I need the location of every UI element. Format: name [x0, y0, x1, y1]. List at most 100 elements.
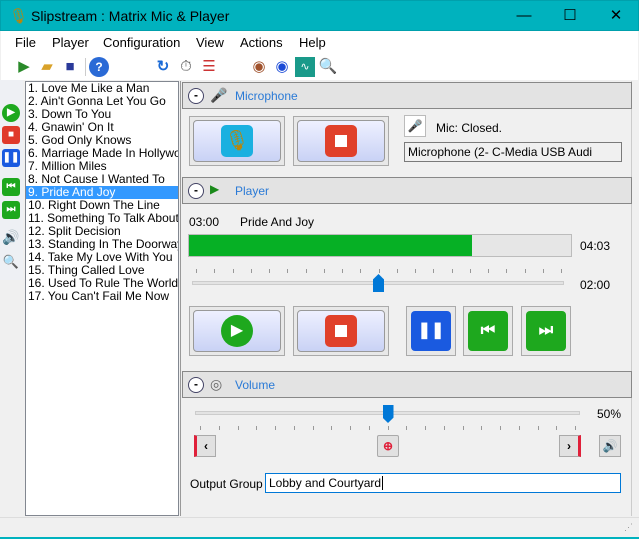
slider-tick: [406, 426, 408, 430]
collapse-icon[interactable]: -: [188, 183, 204, 199]
previous-icon[interactable]: ⏮: [2, 178, 20, 196]
slider-tick: [305, 269, 307, 273]
close-button[interactable]: ✕: [593, 1, 639, 31]
disc-blue-icon[interactable]: ◉: [272, 57, 292, 77]
microphone-icon: 🎤: [210, 87, 228, 103]
slider-tick: [342, 269, 343, 273]
mute-button[interactable]: 🔊: [599, 435, 621, 457]
volume-level: 50%: [597, 407, 622, 421]
waveform-icon[interactable]: ∿: [295, 57, 315, 77]
slider-tick: [287, 269, 289, 273]
open-folder-icon[interactable]: ▰: [37, 57, 57, 77]
disc-icon[interactable]: ◉: [249, 57, 269, 77]
output-group-value: Lobby and Courtyard: [269, 476, 382, 490]
slider-tick: [312, 426, 314, 430]
player-header[interactable]: - ▶ Player: [182, 177, 632, 204]
slider-tick: [462, 426, 464, 430]
play-icon: ▶: [221, 315, 253, 347]
volume-max-button[interactable]: ›: [559, 435, 581, 457]
slider-tick: [500, 426, 501, 430]
menu-configuration[interactable]: Configuration: [103, 35, 180, 50]
volume-ticks: [200, 426, 576, 431]
slider-tick: [481, 426, 483, 430]
menu-actions[interactable]: Actions: [240, 35, 283, 50]
slider-tick: [200, 426, 201, 430]
side-toolbar: ▶ ■ ❚❚ ⏮ ⏭ 🔊 🔍: [0, 80, 23, 280]
slider-tick: [451, 269, 453, 273]
microphone-app-icon: 🎙: [9, 8, 29, 25]
seek-slider-thumb[interactable]: [373, 274, 384, 292]
slider-tick: [256, 426, 258, 430]
pause-button[interactable]: ❚❚: [406, 306, 456, 356]
mic-stop-button[interactable]: [293, 116, 389, 166]
total-time: 04:03: [580, 239, 611, 253]
slider-tick: [331, 426, 333, 430]
stop-icon: [325, 125, 357, 157]
new-playlist-icon[interactable]: ▶: [14, 57, 34, 77]
slider-tick: [396, 269, 398, 273]
output-group-input[interactable]: Lobby and Courtyard: [265, 473, 621, 493]
stop-icon[interactable]: ■: [2, 126, 20, 144]
microphone-header[interactable]: - 🎤 Microphone: [182, 82, 632, 109]
mic-device-select[interactable]: Microphone (2- C-Media USB Audi: [404, 142, 622, 162]
slider-tick: [488, 269, 489, 273]
pause-icon[interactable]: ❚❚: [2, 149, 20, 167]
window-title: Slipstream : Matrix Mic & Player: [31, 8, 230, 24]
collapse-icon[interactable]: -: [188, 88, 204, 104]
volume-center-button[interactable]: ⊕: [377, 435, 399, 457]
timer-icon[interactable]: ⏱: [176, 57, 196, 77]
maximize-button[interactable]: ☐: [547, 1, 593, 31]
playlist[interactable]: 1. Love Me Like a Man 2. Ain't Gonna Let …: [25, 81, 179, 516]
help-icon[interactable]: ?: [89, 57, 109, 77]
slider-tick: [196, 269, 197, 273]
minimize-button[interactable]: —: [501, 1, 547, 31]
menu-view[interactable]: View: [196, 35, 224, 50]
speaker-icon[interactable]: 🔊: [2, 228, 20, 246]
mic-open-button[interactable]: 🎙: [189, 116, 285, 166]
slider-tick: [275, 426, 276, 430]
volume-slider-thumb[interactable]: [382, 405, 394, 423]
next-button[interactable]: ⏭: [521, 306, 571, 356]
title-bar: 🎙 Slipstream : Matrix Mic & Player — ☐ ✕: [0, 0, 639, 31]
toolbar: ▶ ▰ ■ ? ↻ ⏱ ☰ ◉ ◉ ∿ 🔍: [1, 54, 638, 80]
menu-bar: File Player Configuration View Actions H…: [1, 31, 638, 54]
save-icon[interactable]: ■: [60, 57, 80, 77]
mic-status-icon: 🎤: [404, 115, 426, 137]
player-header-label: Player: [235, 184, 270, 198]
status-bar: ⋰: [0, 517, 639, 539]
elapsed-time: 03:00: [189, 215, 220, 229]
volume-header[interactable]: - ◎ Volume: [182, 371, 632, 398]
search-playlist-icon[interactable]: 🔍: [2, 253, 20, 271]
slider-tick: [237, 426, 239, 430]
previous-button[interactable]: ⏮: [463, 306, 513, 356]
menu-file[interactable]: File: [15, 35, 36, 50]
pause-icon: ❚❚: [411, 311, 451, 351]
play-icon[interactable]: ▶: [2, 104, 20, 122]
progress-fill: [189, 235, 472, 256]
track-title: Pride And Joy: [240, 215, 315, 229]
slider-tick: [542, 269, 544, 273]
slider-tick: [575, 426, 576, 430]
resize-grip-icon[interactable]: ⋰: [624, 522, 633, 533]
list-icon[interactable]: ☰: [199, 57, 219, 77]
play-button[interactable]: ▶: [189, 306, 285, 356]
slider-tick: [378, 269, 380, 273]
refresh-icon[interactable]: ↻: [153, 57, 173, 77]
menu-player[interactable]: Player: [52, 35, 89, 50]
slider-tick: [214, 269, 216, 273]
previous-icon: ⏮: [468, 311, 508, 351]
collapse-icon[interactable]: -: [188, 377, 204, 393]
search-doc-icon[interactable]: 🔍: [318, 57, 338, 77]
microphone-header-label: Microphone: [235, 89, 298, 103]
playlist-item[interactable]: 17. You Can't Fail Me Now: [26, 290, 178, 303]
slider-tick: [469, 269, 471, 273]
menu-help[interactable]: Help: [299, 35, 326, 50]
seek-time: 02:00: [580, 278, 611, 292]
mic-device-value: Microphone (2- C-Media USB Audi: [408, 145, 593, 159]
volume-min-button[interactable]: ‹: [194, 435, 216, 457]
slider-tick: [218, 426, 220, 430]
player-icon: ▶: [210, 182, 220, 196]
stop-icon: [325, 315, 357, 347]
stop-button[interactable]: [293, 306, 389, 356]
next-icon[interactable]: ⏭: [2, 201, 20, 219]
